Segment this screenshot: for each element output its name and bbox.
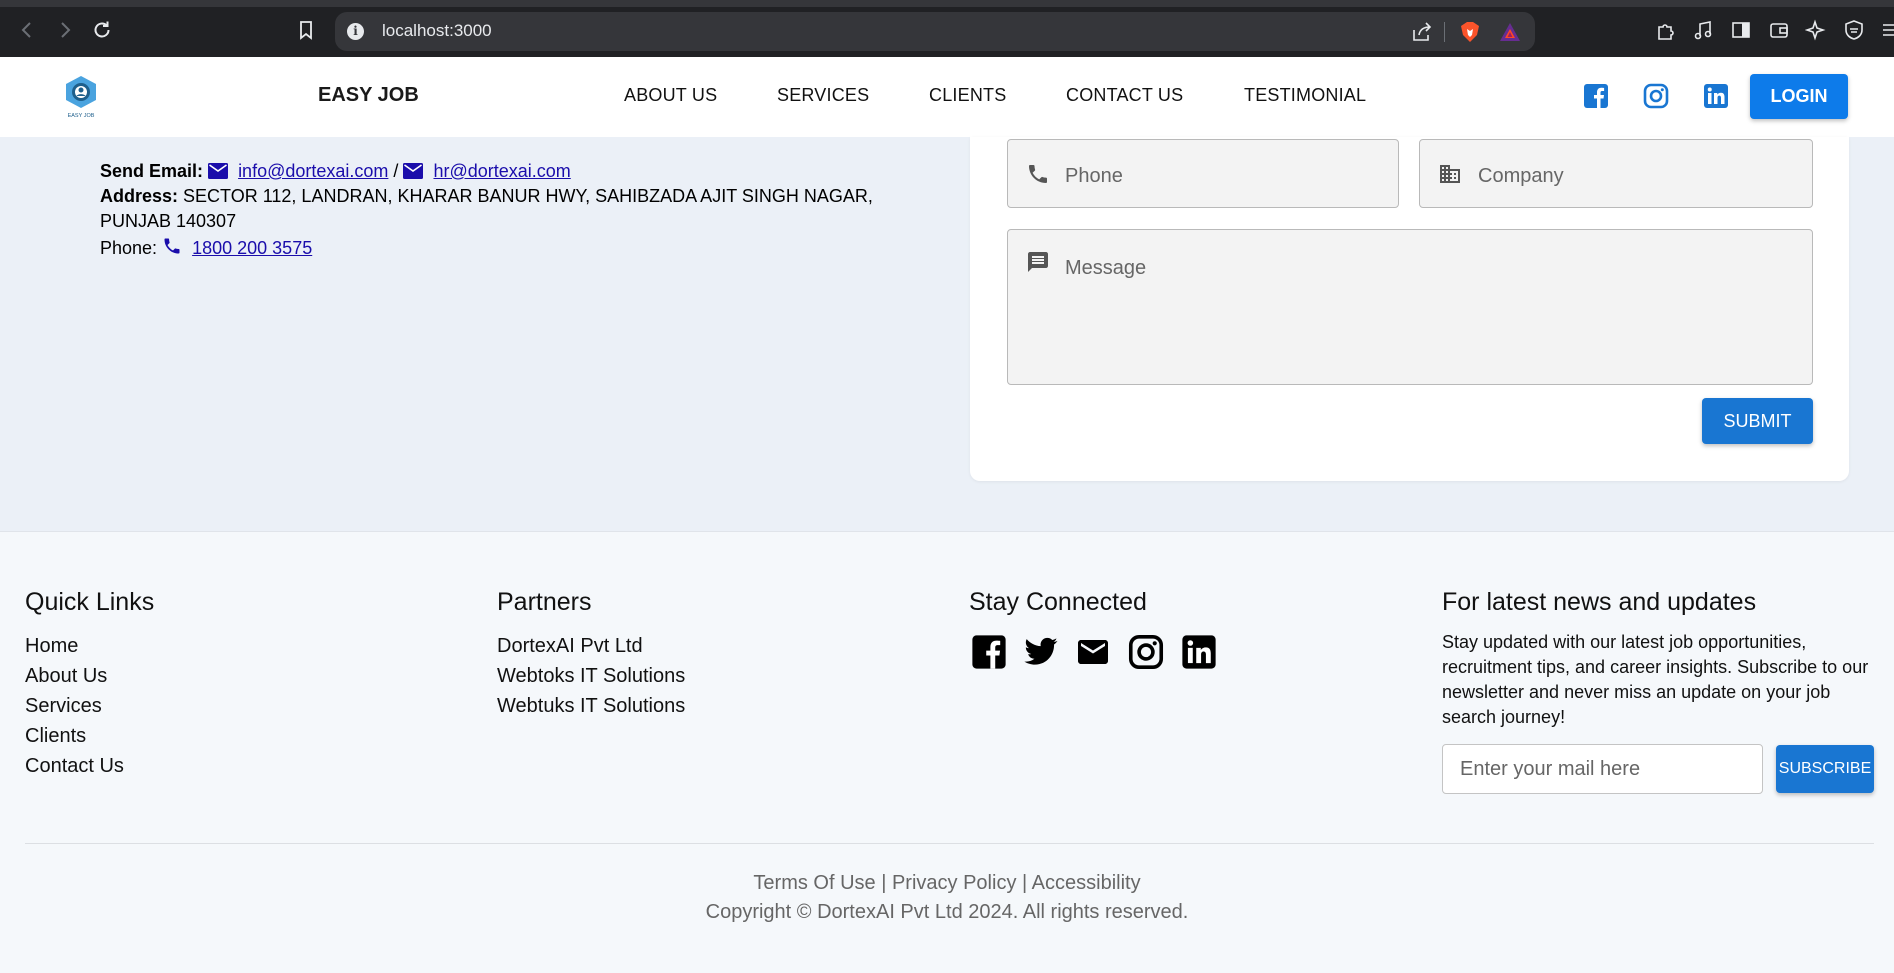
nav-services[interactable]: SERVICES xyxy=(777,85,869,106)
site-header: EASY JOB EASY JOB ABOUT US SERVICES CLIE… xyxy=(0,57,1894,137)
forward-icon[interactable] xyxy=(53,18,77,42)
newsletter-email-input[interactable] xyxy=(1442,744,1763,794)
business-icon xyxy=(1438,162,1462,186)
accessibility-link[interactable]: Accessibility xyxy=(1032,872,1141,894)
mail-icon xyxy=(208,163,229,184)
phone-field[interactable]: Phone xyxy=(1007,139,1399,208)
legal-separator: | xyxy=(875,872,892,894)
rewards-icon[interactable] xyxy=(1499,22,1521,42)
newsletter-heading: For latest news and updates xyxy=(1442,588,1757,616)
footer-divider xyxy=(25,843,1874,844)
message-placeholder: Message xyxy=(1065,257,1147,279)
brand-name[interactable]: EASY JOB xyxy=(318,84,419,107)
privacy-policy-link[interactable]: Privacy Policy xyxy=(892,872,1016,894)
reload-icon[interactable] xyxy=(90,18,114,42)
phone-placeholder: Phone xyxy=(1065,165,1123,187)
quick-links-heading: Quick Links xyxy=(25,588,155,616)
site-info-icon[interactable]: i xyxy=(347,23,364,40)
brave-shield-icon[interactable] xyxy=(1459,21,1481,43)
logo-text: EASY JOB xyxy=(68,113,95,119)
share-icon[interactable] xyxy=(1411,22,1433,42)
url-text[interactable]: localhost:3000 xyxy=(382,21,492,41)
twitter-icon[interactable] xyxy=(1023,634,1059,670)
message-field[interactable]: Message xyxy=(1007,229,1813,385)
mail-icon[interactable] xyxy=(1075,634,1111,670)
email-separator: / xyxy=(393,161,399,181)
vpn-shield-icon[interactable] xyxy=(1843,19,1865,41)
music-icon[interactable] xyxy=(1692,19,1714,41)
footer-link-clients[interactable]: Clients xyxy=(25,725,86,748)
send-email-label: Send Email: xyxy=(100,161,204,181)
sidebar-icon[interactable] xyxy=(1730,19,1752,41)
company-field[interactable]: Company xyxy=(1419,139,1813,208)
facebook-icon[interactable] xyxy=(971,634,1007,670)
partner-link-webtoks[interactable]: Webtoks IT Solutions xyxy=(497,665,685,688)
nav-testimonial[interactable]: TESTIMONIAL xyxy=(1244,85,1366,106)
submit-button[interactable]: SUBMIT xyxy=(1702,398,1813,444)
phone-icon xyxy=(1026,162,1050,186)
message-icon xyxy=(1026,250,1050,274)
instagram-icon[interactable] xyxy=(1128,634,1164,670)
newsletter-description: Stay updated with our latest job opportu… xyxy=(1442,632,1869,727)
menu-icon[interactable] xyxy=(1880,19,1894,41)
legal-links: Terms Of Use | Privacy Policy | Accessib… xyxy=(0,872,1894,895)
contact-form-card: Phone Company Message SUBMIT xyxy=(970,137,1849,481)
address-text-2: PUNJAB 140307 xyxy=(100,211,237,231)
company-placeholder: Company xyxy=(1478,165,1564,187)
login-button[interactable]: LOGIN xyxy=(1750,74,1848,119)
partner-link-webtuks[interactable]: Webtuks IT Solutions xyxy=(497,695,685,718)
copyright-text: Copyright © DortexAI Pvt Ltd 2024. All r… xyxy=(705,901,1189,923)
address-text-1: SECTOR 112, LANDRAN, KHARAR BANUR HWY, S… xyxy=(183,186,873,206)
tab-strip xyxy=(0,0,1894,7)
nav-about-us[interactable]: ABOUT US xyxy=(624,85,717,106)
terms-of-use-link[interactable]: Terms Of Use xyxy=(753,872,875,894)
email-link-hr[interactable]: hr@dortexai.com xyxy=(433,161,570,181)
address-bar[interactable]: i localhost:3000 xyxy=(335,12,1535,51)
phone-label: Phone: xyxy=(100,238,158,258)
footer-link-home[interactable]: Home xyxy=(25,635,78,658)
email-line: Send Email: info@dortexai.com / hr@dorte… xyxy=(100,161,571,184)
footer-link-about-us[interactable]: About Us xyxy=(25,665,107,688)
phone-link[interactable]: 1800 200 3575 xyxy=(192,238,312,258)
back-icon[interactable] xyxy=(15,18,39,42)
bookmark-icon[interactable] xyxy=(294,18,318,42)
phone-icon xyxy=(162,236,182,261)
site-footer: Quick Links Home About Us Services Clien… xyxy=(0,532,1894,973)
nav-contact-us[interactable]: CONTACT US xyxy=(1066,85,1183,106)
extensions-icon[interactable] xyxy=(1655,19,1677,41)
address-line: Address: SECTOR 112, LANDRAN, KHARAR BAN… xyxy=(100,186,873,207)
footer-link-services[interactable]: Services xyxy=(25,695,102,718)
phone-line: Phone: 1800 200 3575 xyxy=(100,236,312,261)
email-link-info[interactable]: info@dortexai.com xyxy=(238,161,388,181)
easy-job-logo[interactable]: EASY JOB xyxy=(63,75,99,119)
linkedin-icon[interactable] xyxy=(1181,634,1217,670)
facebook-icon[interactable] xyxy=(1583,83,1609,109)
nav-clients[interactable]: CLIENTS xyxy=(929,85,1006,106)
partners-heading: Partners xyxy=(497,588,592,616)
subscribe-button[interactable]: SUBSCRIBE xyxy=(1776,745,1874,793)
legal-separator: | xyxy=(1016,872,1032,894)
browser-toolbar: i localhost:3000 xyxy=(0,0,1894,57)
mail-icon xyxy=(403,163,424,184)
leo-ai-icon[interactable] xyxy=(1804,19,1827,41)
address-label: Address: xyxy=(100,186,179,206)
url-divider xyxy=(1444,22,1445,42)
instagram-icon[interactable] xyxy=(1643,83,1669,109)
wallet-icon[interactable] xyxy=(1768,19,1790,41)
footer-link-contact-us[interactable]: Contact Us xyxy=(25,755,124,778)
partner-link-dortexai[interactable]: DortexAI Pvt Ltd xyxy=(497,635,643,658)
linkedin-icon[interactable] xyxy=(1703,83,1729,109)
stay-connected-heading: Stay Connected xyxy=(969,588,1147,616)
contact-section: Send Email: info@dortexai.com / hr@dorte… xyxy=(0,137,1894,532)
